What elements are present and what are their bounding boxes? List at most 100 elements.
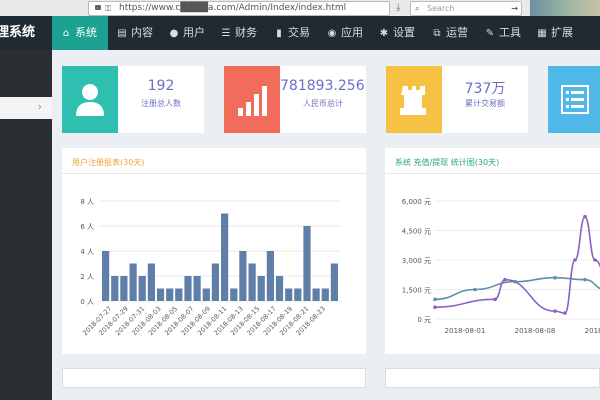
- bottom-panel-left: [62, 368, 366, 388]
- nav-item-3[interactable]: ☰ 财务: [212, 16, 265, 50]
- x-tick-label: 2018-08-15: [585, 327, 600, 335]
- stat-card-icon-box: [386, 66, 442, 133]
- bar[interactable]: [175, 288, 183, 302]
- stat-card-icon-box: [62, 66, 118, 133]
- x-tick-label: 2018-08-01: [445, 327, 486, 335]
- data-point[interactable]: [583, 214, 587, 219]
- data-point[interactable]: [493, 297, 497, 302]
- nav-item-5[interactable]: ◉ 应用: [318, 16, 370, 50]
- nav-item-label: 交易: [288, 26, 310, 39]
- data-point[interactable]: [503, 277, 507, 282]
- address-bar[interactable]: ⚿ https://www.c████a.com/Admin/Index/ind…: [88, 1, 390, 16]
- y-tick-label: 6,000 元: [402, 198, 431, 206]
- data-point[interactable]: [593, 258, 597, 262]
- nav-item-6[interactable]: ✱ 设置: [370, 16, 423, 50]
- globe-icon: ◉: [327, 28, 337, 39]
- bar[interactable]: [138, 276, 146, 301]
- bar[interactable]: [257, 276, 265, 301]
- y-tick-label: 0 人: [80, 298, 94, 306]
- bar[interactable]: [266, 251, 274, 301]
- bar[interactable]: [275, 276, 284, 301]
- nav-item-0[interactable]: ⌂ 系统: [52, 16, 108, 50]
- data-point[interactable]: [433, 297, 437, 302]
- bar[interactable]: [156, 288, 165, 302]
- nav-item-9[interactable]: ▦ 扩展: [528, 16, 580, 50]
- data-point[interactable]: [433, 305, 437, 309]
- bar[interactable]: [147, 263, 155, 302]
- data-point[interactable]: [573, 258, 577, 262]
- signal-bars-icon: [238, 86, 267, 116]
- nav-item-8[interactable]: ✎ 工具: [476, 16, 528, 50]
- stat-label: 人民币总计: [303, 99, 343, 108]
- user-icon: [76, 84, 104, 116]
- bottom-panel-right: [385, 368, 600, 388]
- y-tick-label: 3,000 元: [402, 257, 431, 265]
- bar[interactable]: [285, 288, 293, 302]
- bar[interactable]: [102, 251, 110, 301]
- bar[interactable]: [166, 288, 174, 302]
- user-icon: ●: [169, 28, 179, 39]
- url-text: https://www.c████a.com/Admin/Index/index…: [119, 3, 347, 13]
- data-point[interactable]: [563, 311, 567, 315]
- external-link-icon: ⧉: [433, 28, 441, 39]
- bar[interactable]: [221, 213, 229, 302]
- nav-item-2[interactable]: ● 用户: [160, 16, 212, 50]
- bar[interactable]: [230, 288, 238, 302]
- y-tick-label: 8 人: [80, 198, 94, 206]
- search-value: Search: [427, 4, 455, 13]
- bar[interactable]: [248, 263, 256, 302]
- bar[interactable]: [312, 288, 320, 302]
- document-icon: ▤: [117, 28, 127, 39]
- user-registration-panel: 用户注册报表(30天) 0 人2 人4 人6 人8 人 2018-07-27 201…: [62, 148, 366, 354]
- x-tick-label: 2018-08-08: [515, 327, 556, 335]
- bar[interactable]: [184, 276, 192, 301]
- registration-bar-chart: 0 人2 人4 人6 人8 人2018-07-272018-07-292018-…: [80, 198, 340, 337]
- nav-item-4[interactable]: ▮ 交易: [265, 16, 318, 50]
- rook-icon: [400, 86, 426, 115]
- data-point[interactable]: [553, 275, 557, 280]
- nav-item-1[interactable]: ▤ 内容: [108, 16, 160, 50]
- sidebar-item-selected[interactable]: ›: [0, 97, 52, 119]
- nav-item-label: 运营: [446, 26, 468, 39]
- nav-item-label: 用户: [183, 26, 205, 39]
- stat-value: 737万: [464, 81, 506, 97]
- stat-card-orders: [548, 66, 600, 133]
- search-icon: ⌕: [415, 4, 420, 13]
- bar[interactable]: [321, 288, 329, 302]
- bar[interactable]: [202, 288, 210, 302]
- y-tick-label: 4 人: [80, 248, 94, 256]
- go-arrow-icon[interactable]: →: [511, 2, 518, 15]
- bar[interactable]: [111, 276, 119, 301]
- bar[interactable]: [330, 263, 338, 302]
- data-point[interactable]: [553, 309, 557, 313]
- data-point[interactable]: [473, 287, 477, 292]
- bar[interactable]: [303, 226, 311, 301]
- nav-item-label: 财务: [235, 26, 257, 39]
- grid-icon: ▦: [537, 28, 547, 39]
- lock-icon: [95, 5, 101, 10]
- nav-item-7[interactable]: ⧉ 运营: [423, 16, 476, 50]
- top-navbar: 理系统 ⌂ 系统 ▤ 内容 ● 用户 ☰ 财务 ▮ 交易 ◉ 应用 ✱ 设置 ⧉ 运营 ✎ 工具 ▦ 扩展: [0, 16, 600, 50]
- app-title: 理系统: [0, 25, 36, 40]
- bar-chart-icon: ▮: [276, 28, 282, 39]
- stat-card-rmb: 781893.25671 人民币总计: [224, 66, 366, 133]
- bar[interactable]: [211, 263, 219, 302]
- home-icon: ⌂: [62, 28, 70, 39]
- bar[interactable]: [193, 276, 201, 301]
- list-icon: ☰: [221, 28, 231, 39]
- bar[interactable]: [239, 251, 247, 301]
- stat-value: 781893.25671: [280, 78, 366, 94]
- key-icon[interactable]: ⚿: [105, 4, 111, 13]
- sidebar: ›: [0, 50, 52, 400]
- bar[interactable]: [120, 276, 128, 301]
- list-icon: [561, 85, 589, 114]
- data-point[interactable]: [583, 277, 587, 282]
- nav-item-label: 系统: [75, 26, 97, 39]
- stat-card-trade: 737万 累计交易额: [386, 66, 528, 133]
- stat-label: 注册总人数: [141, 99, 181, 108]
- bar[interactable]: [294, 288, 302, 302]
- browser-search-input[interactable]: ⌕ Search →: [410, 1, 522, 16]
- nav-item-label: 应用: [341, 26, 363, 39]
- download-icon[interactable]: ⤓: [396, 1, 400, 14]
- bar[interactable]: [129, 263, 137, 302]
